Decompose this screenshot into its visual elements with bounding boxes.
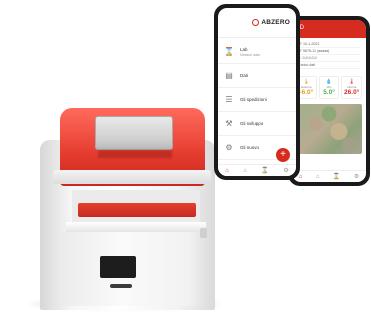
product-scene: ID N° 10-1-2022 N° 5678-11 (aaaaa) C: 0,0,… <box>0 0 371 312</box>
tile-value: -6.0° <box>299 89 314 96</box>
device-display <box>100 256 136 278</box>
tile-value: 5.0° <box>323 89 335 96</box>
nav-tab-icon[interactable]: ⚙ <box>283 167 288 174</box>
phone-left: ABZERO ⌛ Lab Nessun dato ▤ Dati ☰ Gli spedizio… <box>214 4 300 180</box>
menu-item-subtitle: Nessun dato <box>240 52 261 57</box>
device-plate-shadow <box>98 150 172 158</box>
phone-right-bottom-nav: ⌂ ⌂ ⌛ ⚙ <box>292 170 366 182</box>
settings-icon: ⚙ <box>225 142 233 152</box>
wrench-icon: ⚒ <box>225 118 233 128</box>
info-line: Carico dati <box>298 62 360 69</box>
menu-item[interactable]: ⌛ Lab Nessun dato <box>218 40 296 64</box>
phone-left-menu: ⌛ Lab Nessun dato ▤ Dati ☰ Gli spedizioni ⚒ Gli … <box>218 38 296 162</box>
phone-right-screen: ID N° 10-1-2022 N° 5678-11 (aaaaa) C: 0,0,… <box>292 20 366 182</box>
menu-item-label: Gli nuovo <box>240 144 260 150</box>
info-line: N° 10-1-2022 <box>298 41 360 48</box>
device-knob <box>200 228 207 238</box>
temperature-tile[interactable]: 🌡 Interna 26.0° <box>341 76 363 99</box>
phone-left-header: ABZERO <box>218 8 296 38</box>
phone-right-header: ID <box>292 20 366 38</box>
menu-item-texts: Dati <box>240 73 248 79</box>
phone-left-screen: ABZERO ⌛ Lab Nessun dato ▤ Dati ☰ Gli spedizio… <box>218 8 296 176</box>
info-line: N° 5678-11 (aaaaa) <box>298 48 360 55</box>
menu-item-texts: Gli nuovo <box>240 145 259 151</box>
menu-item[interactable]: ▤ Dati <box>218 64 296 88</box>
device-lid-rim <box>53 170 211 184</box>
menu-item-label: Dati <box>240 72 249 78</box>
phone-right-info-list: N° 10-1-2022 N° 5678-11 (aaaaa) C: 0,0,0,0… <box>292 38 366 72</box>
temperature-tile[interactable]: 💧 Min 5.0° <box>318 76 340 99</box>
nav-tab-icon[interactable]: ⌂ <box>316 174 320 180</box>
device-lower-panel <box>62 232 210 306</box>
map-thumbnail[interactable] <box>296 104 362 154</box>
menu-item[interactable]: ☰ Gli spedizioni <box>218 88 296 112</box>
menu-item-texts: Lab Nessun dato <box>240 47 260 57</box>
app-logo: ABZERO <box>261 19 290 26</box>
nav-tab-icon[interactable]: ⌛ <box>333 173 340 180</box>
info-line: C: 0,0,0,0,0 <box>298 55 360 62</box>
add-button[interactable]: + <box>276 148 290 162</box>
menu-item-label: Gli sviluppo <box>240 120 264 126</box>
menu-item-texts: Gli sviluppo <box>240 121 263 127</box>
logo-icon <box>252 19 260 26</box>
list-icon: ☰ <box>225 94 233 104</box>
document-icon: ▤ <box>225 70 233 80</box>
nav-tab-icon[interactable]: ⚙ <box>354 173 359 180</box>
menu-item-texts: Gli spedizioni <box>240 97 267 103</box>
device-metal-plate <box>95 116 173 150</box>
device-slot <box>110 284 132 288</box>
phone-right-tiles: 🌡 Esterna -6.0° 💧 Min 5.0° 🌡 Interna 26.0° <box>292 72 366 101</box>
nav-tab-icon[interactable]: ⌂ <box>243 168 247 174</box>
device-red-band <box>78 203 196 217</box>
phone-right: ID N° 10-1-2022 N° 5678-11 (aaaaa) C: 0,0,… <box>288 16 370 186</box>
hourglass-icon: ⌛ <box>224 46 234 56</box>
device-shelf <box>66 222 206 232</box>
nav-tab-icon[interactable]: ⌂ <box>225 168 229 174</box>
tile-value: 26.0° <box>344 89 360 96</box>
menu-item-label: Lab <box>240 46 248 52</box>
menu-item[interactable]: ⚒ Gli sviluppo <box>218 112 296 136</box>
phone-left-bottom-nav: ⌂ ⌂ ⌛ ⚙ <box>218 164 296 176</box>
nav-tab-icon[interactable]: ⌂ <box>299 174 303 180</box>
nav-tab-icon[interactable]: ⌛ <box>261 167 268 174</box>
menu-item-label: Gli spedizioni <box>240 96 267 102</box>
